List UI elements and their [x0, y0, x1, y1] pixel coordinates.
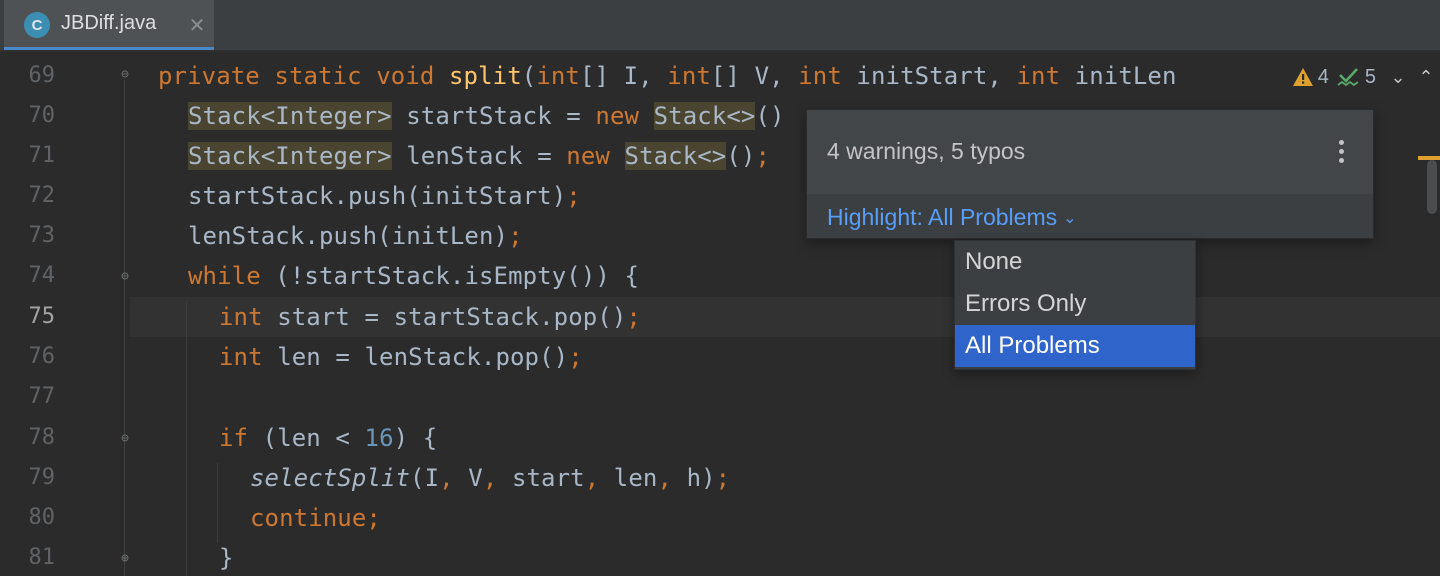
- popup-header: 4 warnings, 5 typos: [807, 110, 1373, 194]
- previous-problem-chevron-up-icon[interactable]: ⌃: [1412, 67, 1440, 88]
- popup-title: 4 warnings, 5 typos: [827, 138, 1026, 164]
- code-line-75: int start = startStack.pop();: [219, 303, 641, 331]
- warnings-count: 4: [1317, 65, 1329, 88]
- close-icon[interactable]: ✕: [186, 10, 208, 40]
- line-number: 81: [28, 545, 56, 570]
- warning-highlight[interactable]: Stack<>: [624, 142, 727, 170]
- warning-highlight[interactable]: Stack<Integer>: [188, 142, 392, 170]
- line-number-current: 75: [28, 304, 56, 329]
- menu-item-errors-only[interactable]: Errors Only: [955, 283, 1195, 325]
- fold-guide-line: [124, 80, 125, 576]
- indent-guide: [217, 463, 218, 543]
- highlight-level-label: Highlight: All Problems: [827, 204, 1058, 230]
- typos-indicator[interactable]: 5: [1337, 66, 1376, 89]
- line-number: 70: [28, 103, 56, 128]
- typos-count: 5: [1364, 65, 1376, 88]
- menu-item-all-problems[interactable]: All Problems: [955, 325, 1195, 367]
- code-line-81: }: [219, 544, 234, 572]
- inspection-popup: 4 warnings, 5 typos Highlight: All Probl…: [806, 109, 1374, 239]
- code-line-80: continue;: [250, 504, 381, 532]
- line-number-gutter: 69 70 71 72 73 74 75 76 77 78 79 80 81: [0, 52, 110, 576]
- method-name: split: [449, 62, 522, 90]
- menu-item-none[interactable]: None: [955, 241, 1195, 283]
- code-line-71: Stack<Integer> lenStack = new Stack<>();: [188, 142, 771, 170]
- code-line-78: if (len < 16) {: [219, 424, 438, 452]
- line-number: 76: [28, 344, 56, 369]
- line-number: 69: [28, 63, 56, 88]
- line-number: 71: [28, 143, 56, 168]
- fold-expand-icon[interactable]: ⊕: [116, 550, 134, 568]
- inspection-widget[interactable]: 4 5 ⌄ ⌃: [1285, 60, 1440, 94]
- line-number: 73: [28, 223, 56, 248]
- fold-collapse-icon[interactable]: ⊖: [116, 66, 134, 84]
- more-vertical-icon[interactable]: [1329, 134, 1353, 168]
- warning-triangle-icon: [1292, 68, 1313, 86]
- line-number: 72: [28, 183, 56, 208]
- editor-tab-bar: C JBDiff.java ✕: [0, 0, 1440, 52]
- warning-highlight[interactable]: Stack<Integer>: [188, 102, 392, 130]
- code-line-79: selectSplit(I, V, start, len, h);: [250, 464, 731, 492]
- line-number: 78: [28, 425, 56, 450]
- line-number: 79: [28, 465, 56, 490]
- fold-collapse-icon[interactable]: ⊖: [116, 268, 134, 286]
- warnings-indicator[interactable]: 4: [1292, 66, 1329, 89]
- code-line-69: private static void split(int[] I, int[]…: [158, 62, 1177, 90]
- code-line-70: Stack<Integer> startStack = new Stack<>(…: [188, 102, 785, 130]
- typo-check-icon: [1337, 68, 1359, 87]
- line-number: 74: [28, 263, 56, 288]
- scrollbar-thumb[interactable]: [1427, 160, 1437, 214]
- java-class-icon: C: [24, 12, 50, 38]
- indent-guide: [186, 302, 187, 576]
- chevron-down-icon: ⌄: [1063, 209, 1077, 227]
- highlight-level-dropdown[interactable]: Highlight: All Problems ⌄: [827, 204, 1077, 231]
- line-number: 77: [28, 384, 56, 409]
- tab-title: JBDiff.java: [61, 12, 157, 34]
- warning-highlight[interactable]: Stack<>: [653, 102, 756, 130]
- highlight-level-menu: None Errors Only All Problems: [954, 240, 1196, 370]
- next-problem-chevron-down-icon[interactable]: ⌄: [1384, 67, 1412, 88]
- line-number: 80: [28, 505, 56, 530]
- code-line-74: while (!startStack.isEmpty()) {: [188, 262, 640, 290]
- keyword: private static void: [158, 62, 435, 90]
- fold-collapse-icon[interactable]: ⊖: [116, 430, 134, 448]
- tab-jbdiff-java[interactable]: C JBDiff.java ✕: [4, 0, 214, 50]
- code-line-72: startStack.push(initStart);: [188, 182, 581, 210]
- warning-stripe-marker[interactable]: [1418, 156, 1440, 160]
- code-line-76: int len = lenStack.pop();: [219, 343, 583, 371]
- code-line-73: lenStack.push(initLen);: [188, 222, 523, 250]
